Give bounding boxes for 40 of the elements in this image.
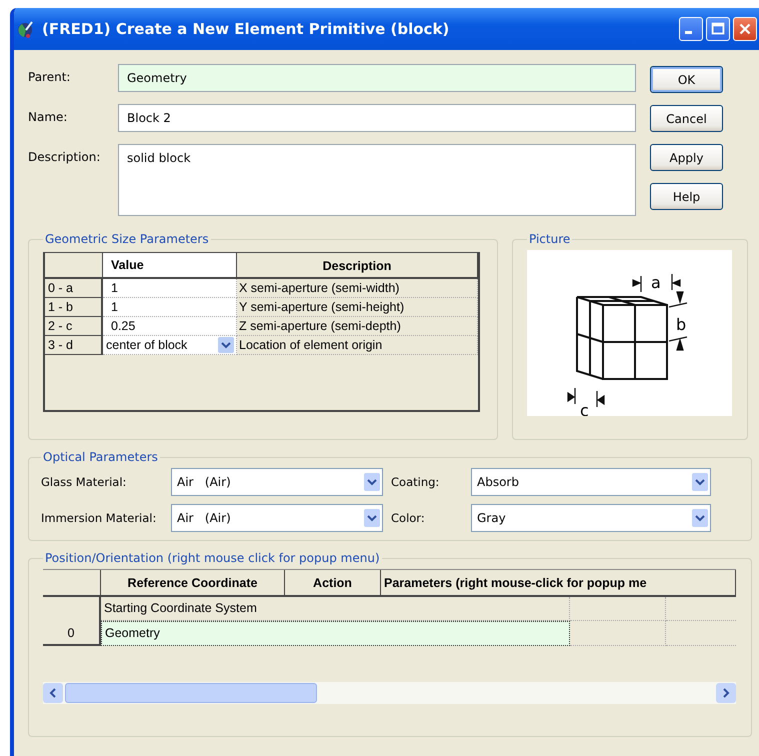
- dropdown[interactable]: Absorb: [471, 468, 711, 496]
- field-label: Immersion Material:: [41, 511, 158, 525]
- dimension-label: a: [651, 273, 661, 292]
- table-cell[interactable]: Geometry: [101, 621, 570, 646]
- dropdown[interactable]: center of block: [103, 336, 237, 355]
- column-header: Description: [237, 253, 478, 279]
- input-field[interactable]: Block 2: [118, 104, 636, 132]
- field-label: Coating:: [391, 475, 440, 489]
- field-label: Glass Material:: [41, 475, 128, 489]
- column-header: Value: [103, 253, 237, 279]
- dialog-button[interactable]: OK: [650, 66, 723, 93]
- column-header: Parameters (right mouse-click for popup me: [381, 570, 736, 597]
- dropdown[interactable]: Gray: [471, 504, 711, 532]
- table-cell: Location of element origin: [237, 336, 478, 355]
- table-cell[interactable]: 1: [103, 298, 237, 317]
- table-cell[interactable]: 0.25: [103, 317, 237, 336]
- dialog-button[interactable]: Apply: [650, 144, 723, 171]
- table-cell: X semi-aperture (semi-width): [237, 279, 478, 298]
- group-title: Geometric Size Parameters: [44, 232, 210, 246]
- field-label: Description:: [28, 149, 102, 164]
- column-header: Reference Coordinate: [101, 570, 285, 597]
- dimension-label: b: [676, 315, 686, 334]
- group-title: Optical Parameters: [42, 450, 159, 464]
- field-label: Name:: [28, 109, 68, 124]
- dialog-button[interactable]: Cancel: [650, 105, 723, 132]
- table-cell[interactable]: 1: [103, 279, 237, 298]
- column-header: Action: [285, 570, 381, 597]
- dialog-button[interactable]: Help: [650, 183, 723, 210]
- table-cell: Z semi-aperture (semi-depth): [237, 317, 478, 336]
- group-title: Picture: [528, 232, 572, 246]
- dropdown[interactable]: Air (Air): [171, 468, 383, 496]
- table-cell: Y semi-aperture (semi-height): [237, 298, 478, 317]
- dropdown[interactable]: Air (Air): [171, 504, 383, 532]
- text-area[interactable]: solid block: [118, 144, 636, 216]
- dimension-label: c: [580, 401, 589, 416]
- input-field[interactable]: Geometry: [118, 64, 636, 92]
- group-title: Position/Orientation (right mouse click for popup menu): [44, 551, 381, 565]
- field-label: Color:: [391, 511, 426, 525]
- window-title: (FRED1) Create a New Element Primitive (block): [42, 20, 450, 38]
- field-label: Parent:: [28, 69, 72, 84]
